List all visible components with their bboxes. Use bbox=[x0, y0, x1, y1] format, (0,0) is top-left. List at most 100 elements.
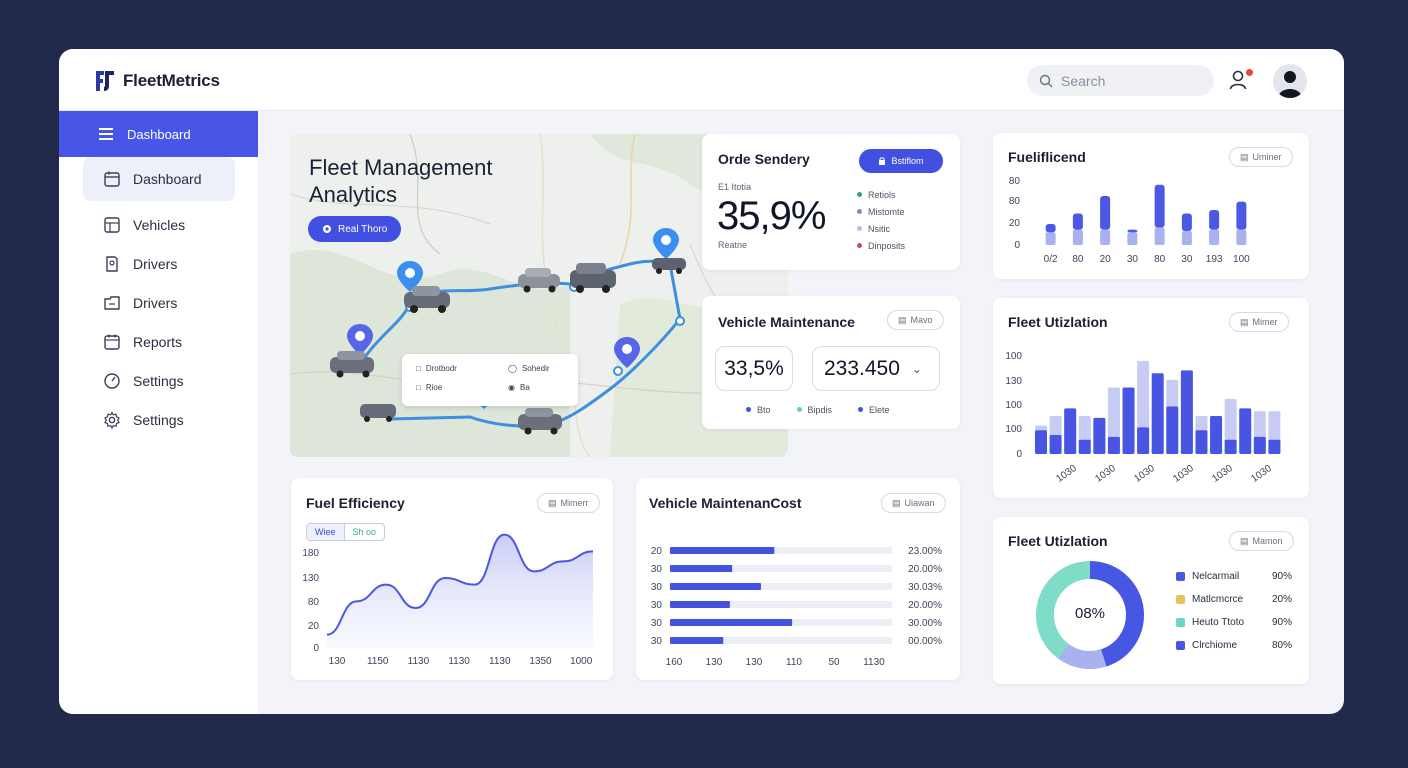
legend-item: Mistomte bbox=[857, 203, 905, 220]
donut-center-value: 08% bbox=[1074, 605, 1106, 622]
bar-dark bbox=[1166, 406, 1179, 454]
pill-label: Mavo bbox=[910, 315, 933, 325]
list-icon bbox=[99, 128, 113, 140]
sidebar-item-dashboard-active[interactable]: Dashboard bbox=[59, 111, 258, 157]
sidebar-item-reports[interactable]: Reports bbox=[83, 320, 235, 364]
location-pin-icon bbox=[614, 337, 640, 368]
fuel-eff-chart: 0 20 80 130 180 130 1150 1130 1130 1130 1350 1000 bbox=[302, 533, 594, 667]
x-tick-label: 30 bbox=[1181, 254, 1193, 265]
bar-dark bbox=[1078, 439, 1091, 454]
x-tick-label: 1350 bbox=[529, 656, 552, 667]
y-tick-label: 0 bbox=[1014, 240, 1020, 251]
doc-icon: □ bbox=[416, 383, 421, 392]
sidebar-item-drivers-2[interactable]: Drivers bbox=[83, 281, 235, 325]
bar-dark bbox=[1035, 430, 1047, 454]
app-window: FleetMetrics Search Dashboard Dashboard … bbox=[59, 49, 1344, 714]
map-title-line2: Analytics bbox=[309, 182, 398, 207]
user-notification-button[interactable] bbox=[1229, 69, 1253, 93]
popup-label: Ba bbox=[519, 383, 530, 392]
sidebar-item-dashboard[interactable]: Dashboard bbox=[83, 157, 235, 201]
legend-dot bbox=[796, 407, 802, 412]
report-icon bbox=[104, 334, 120, 350]
location-pin-icon bbox=[653, 228, 679, 259]
bar-dark bbox=[1195, 430, 1208, 454]
car-icon bbox=[652, 258, 686, 274]
bar-dark bbox=[1224, 439, 1237, 454]
sidebar-label: Reports bbox=[133, 334, 183, 350]
calendar-icon: ▤ bbox=[898, 314, 907, 325]
sidebar-label: Settings bbox=[133, 412, 184, 428]
car-icon bbox=[330, 351, 374, 378]
legend-swatch bbox=[1176, 641, 1185, 650]
order-value: 35,9% bbox=[717, 194, 826, 238]
donut-filter-pill[interactable]: ▤ Mamon bbox=[1229, 531, 1294, 551]
legend-label: Heuto Ttoto bbox=[1192, 617, 1245, 628]
legend-label: Dinposits bbox=[868, 240, 906, 251]
legend-dot bbox=[746, 407, 751, 412]
y-tick-label: 80 bbox=[308, 597, 320, 608]
y-tick-label: 100 bbox=[1005, 400, 1022, 411]
maintenance-filter-pill[interactable]: ▤ Mavo bbox=[887, 310, 944, 330]
bar-top bbox=[1209, 210, 1220, 230]
sidebar-item-vehicles[interactable]: Vehicles bbox=[83, 203, 235, 247]
bar-base bbox=[1154, 227, 1165, 245]
row-label: 20 bbox=[651, 546, 663, 557]
popup-row: ◉ Ba bbox=[508, 383, 530, 392]
maintenance-total: 233.450 bbox=[824, 356, 900, 380]
search-icon bbox=[1039, 74, 1053, 87]
map-realtime-button[interactable]: Real Thoro bbox=[308, 216, 402, 242]
legend-item: Retiols bbox=[857, 186, 905, 203]
y-tick-label: 20 bbox=[308, 621, 320, 632]
map-popup: □ Drotbodr ◯ Sohedir □ Rioe ◉ Ba bbox=[402, 354, 578, 406]
car-icon bbox=[570, 263, 616, 293]
x-tick-label: 1030 bbox=[1171, 463, 1196, 485]
bar-base bbox=[1181, 231, 1192, 245]
maintenance-total-select[interactable]: 233.450 ⌄ bbox=[812, 346, 940, 391]
brand[interactable]: FleetMetrics bbox=[93, 69, 220, 93]
x-tick-label: 130 bbox=[329, 656, 346, 667]
legend-label: Clrchiome bbox=[1192, 640, 1238, 651]
sidebar-item-settings-2[interactable]: Settings bbox=[83, 398, 235, 442]
lock-icon bbox=[879, 157, 886, 165]
order-card-title: Orde Sendery bbox=[718, 151, 810, 167]
clock-icon: ◯ bbox=[508, 364, 517, 373]
location-icon bbox=[323, 225, 331, 233]
avatar[interactable] bbox=[1273, 64, 1307, 98]
y-tick-label: 100 bbox=[1005, 351, 1022, 362]
maintenance-rate-box[interactable]: 33,5% bbox=[715, 346, 793, 391]
sidebar-item-settings[interactable]: Settings bbox=[83, 359, 235, 403]
x-tick-label: 1030 bbox=[1054, 463, 1079, 485]
x-tick-label: 1000 bbox=[570, 656, 593, 667]
bar-top bbox=[1181, 213, 1192, 231]
x-tick-label: 80 bbox=[1154, 254, 1166, 265]
car-icon bbox=[360, 404, 396, 422]
bar-dark bbox=[1093, 417, 1106, 454]
legend-item: Nelcarmail 90% bbox=[1176, 565, 1292, 588]
car-icon bbox=[518, 268, 560, 293]
row-label: 30 bbox=[651, 564, 663, 575]
sidebar-label: Drivers bbox=[133, 295, 178, 311]
sidebar-item-drivers[interactable]: Drivers bbox=[83, 242, 235, 286]
gauge-icon bbox=[104, 373, 120, 389]
location-pin-icon bbox=[347, 324, 373, 355]
order-action-button[interactable]: Bstiflom bbox=[859, 149, 943, 173]
x-tick-label: 1130 bbox=[408, 656, 430, 667]
maintenance-legend: Bto Bipdis Elete bbox=[746, 401, 890, 418]
sidebar-label: Settings bbox=[133, 373, 184, 389]
y-tick-label: 180 bbox=[302, 548, 319, 559]
bar-base bbox=[1100, 229, 1111, 245]
bar-top bbox=[1100, 196, 1111, 230]
legend-swatch bbox=[1176, 618, 1185, 627]
bar-dark bbox=[1268, 439, 1281, 454]
id-card-icon bbox=[106, 256, 118, 272]
maintenance-title: Vehicle Maintenance bbox=[718, 314, 855, 330]
maintenance-rate: 33,5% bbox=[724, 356, 784, 380]
legend-label: Bipdis bbox=[807, 404, 833, 415]
popup-label: Drotbodr bbox=[425, 364, 457, 373]
donut-legend: Nelcarmail 90% Matlcmcrce 20% Heuto Ttoto 9… bbox=[1176, 565, 1292, 657]
map-title: Fleet Management Analytics bbox=[309, 154, 569, 208]
search-box[interactable] bbox=[1027, 65, 1214, 96]
popup-label: Sohedir bbox=[521, 364, 550, 373]
bar-base bbox=[1072, 229, 1083, 245]
search-input[interactable] bbox=[1061, 72, 1201, 89]
